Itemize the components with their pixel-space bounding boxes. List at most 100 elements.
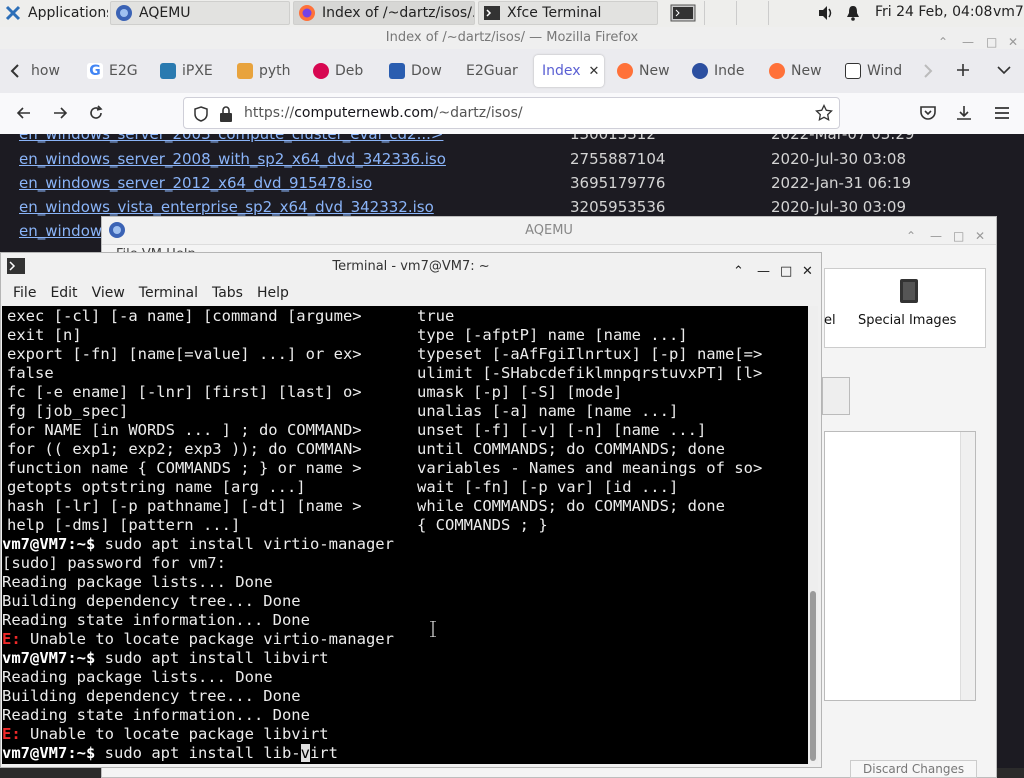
tab-index-active[interactable]: Index ✕	[534, 55, 604, 87]
mouse-ibeam-cursor-icon	[430, 621, 436, 637]
tab-bar: how G E2G iPXE pyth Deb Dow E2Guar Index …	[0, 49, 1024, 93]
aqemu-icon	[116, 5, 132, 21]
workspace-switcher[interactable]	[702, 1, 802, 25]
aqemu-minimize-icon[interactable]: —	[930, 223, 942, 250]
notification-bell-icon[interactable]	[845, 5, 861, 21]
tab-index-2[interactable]: Inde	[692, 55, 750, 87]
user-menu[interactable]: vm7	[993, 4, 1024, 20]
taskbar-aqemu[interactable]: AQEMU	[110, 1, 290, 25]
terminal-minimize-icon[interactable]: —	[757, 258, 770, 285]
command-text: sudo apt install virtio-manager	[104, 535, 394, 553]
listing-row: en_windows_vista_enterprise_sp2_x64_dvd_…	[19, 196, 906, 218]
lock-icon[interactable]	[218, 105, 234, 123]
iso-link[interactable]: en_windows_server_2008_with_sp2_x64_dvd_…	[19, 150, 446, 168]
special-images-chip-icon	[900, 279, 918, 303]
discard-changes-button[interactable]: Discard Changes	[850, 760, 978, 778]
downloads-icon[interactable]	[954, 103, 974, 123]
error-tag: E:	[2, 725, 21, 743]
special-images-tab[interactable]: Special Images	[858, 313, 956, 328]
terminal-titlebar: Terminal - vm7@VM7: ~ ⌃ — □ ✕	[1, 253, 821, 280]
tab-download[interactable]: Dow	[389, 55, 445, 87]
hamburger-menu-icon[interactable]	[992, 103, 1012, 123]
debian-icon	[313, 63, 329, 79]
taskbar-firefox[interactable]: Index of /~dartz/isos/...	[293, 1, 475, 25]
menu-file[interactable]: File	[13, 285, 36, 301]
file-date: 2022-Mar-07 03:29	[771, 134, 915, 143]
firefox-icon	[617, 63, 633, 79]
terminal-shade-icon[interactable]: ⌃	[733, 258, 744, 285]
volume-icon[interactable]	[817, 5, 835, 21]
output-line: Reading package lists... Done	[2, 668, 273, 686]
iso-link[interactable]: en_windows_server_2003_compute_cluster_e…	[19, 134, 443, 143]
help-line-right: type [-afptP] name [name ...]	[417, 326, 688, 344]
terminal-menubar: File Edit View Terminal Tabs Help	[1, 280, 821, 306]
tab-how[interactable]: how	[31, 55, 61, 87]
forward-icon[interactable]	[50, 103, 70, 123]
list-all-tabs-icon[interactable]	[996, 64, 1012, 76]
reload-icon[interactable]	[86, 103, 106, 123]
output-line: Reading package lists... Done	[2, 573, 273, 591]
terminal-maximize-icon[interactable]: □	[780, 258, 792, 285]
aqemu-shade-icon[interactable]: ⌃	[906, 223, 916, 250]
listing-row: en_windows_server_2008_with_sp2_x64_dvd_…	[19, 148, 906, 170]
tab-windows[interactable]: Wind	[845, 55, 901, 87]
tabs-scroll-right-icon[interactable]	[922, 63, 934, 79]
new-tab-icon[interactable]	[955, 62, 971, 78]
aqemu-list-scrollbar[interactable]	[960, 432, 975, 700]
taskbar-terminal[interactable]: Xfce Terminal	[478, 1, 658, 25]
download-site-icon	[389, 63, 405, 79]
terminal-icon	[7, 258, 25, 274]
terminal-window: Terminal - vm7@VM7: ~ ⌃ — □ ✕ File Edit …	[0, 252, 822, 768]
bookmark-star-icon[interactable]	[815, 104, 833, 122]
iso-link[interactable]: en_windows_server_2012_x64_dvd_915478.is…	[19, 174, 372, 192]
menu-help[interactable]: Help	[257, 285, 289, 301]
iso-link[interactable]: en_windows_vista_enterprise_sp2_x64_dvd_…	[19, 198, 434, 216]
output-line: Reading state information... Done	[2, 611, 310, 629]
prompt-line-current[interactable]: vm7@VM7:~$ sudo apt install lib-virt	[2, 744, 338, 763]
tab-new-1[interactable]: New	[617, 55, 673, 87]
tab-python[interactable]: pyth	[237, 55, 293, 87]
menu-tabs[interactable]: Tabs	[212, 285, 243, 301]
help-line-left: function name { COMMANDS ; } or name >	[7, 459, 362, 477]
help-line-right: until COMMANDS; do COMMANDS; done	[417, 440, 725, 458]
terminal-output[interactable]: exec [-cl] [-a name] [command [argume> e…	[2, 306, 808, 764]
terminal-close-icon[interactable]: ✕	[802, 258, 813, 285]
aqemu-list-view[interactable]	[824, 431, 976, 701]
tab-new-2[interactable]: New	[769, 55, 825, 87]
aqemu-close-icon[interactable]: ✕	[975, 223, 985, 250]
tracking-protection-shield-icon[interactable]	[192, 105, 210, 123]
menu-edit[interactable]: Edit	[50, 285, 77, 301]
firefox-window-title: Index of /~dartz/isos/ — Mozilla Firefox	[385, 30, 639, 45]
menu-terminal[interactable]: Terminal	[139, 285, 198, 301]
back-icon[interactable]	[14, 103, 34, 123]
output-line: Reading state information... Done	[2, 706, 310, 724]
help-line-left: for NAME [in WORDS ... ] ; do COMMAND>	[7, 421, 362, 439]
aqemu-browse-button[interactable]	[822, 377, 850, 415]
file-date: 2020-Jul-30 03:09	[771, 198, 907, 216]
help-line-right: variables - Names and meanings of so>	[417, 459, 763, 477]
iso-link[interactable]: en_window	[19, 222, 102, 240]
clock[interactable]: Fri 24 Feb, 04:08	[875, 4, 992, 20]
workspace-1[interactable]	[667, 1, 701, 25]
tab-debian[interactable]: Deb	[313, 55, 368, 87]
applications-menu-button[interactable]: Applications	[0, 1, 108, 25]
pocket-icon[interactable]	[918, 103, 938, 123]
command-text: sudo apt install libvirt	[104, 649, 329, 667]
aqemu-maximize-icon[interactable]: □	[953, 223, 964, 250]
aqemu-tab-panel	[824, 268, 986, 348]
tabs-scroll-left-icon[interactable]	[9, 63, 21, 79]
taskbar-aqemu-label: AQEMU	[139, 5, 191, 21]
command-input: sudo apt install lib-	[104, 744, 301, 762]
output-line: Building dependency tree... Done	[2, 592, 301, 610]
tab-ipxe[interactable]: iPXE	[160, 55, 220, 87]
tab-e2guardian[interactable]: E2Guar	[466, 55, 526, 87]
xfce-logo-icon	[5, 5, 21, 21]
aqemu-icon	[109, 222, 125, 238]
close-tab-icon[interactable]: ✕	[589, 64, 600, 79]
menu-view[interactable]: View	[92, 285, 125, 301]
terminal-scrollbar[interactable]	[808, 306, 818, 764]
url-bar[interactable]: https://computernewb.com/~dartz/isos/	[183, 97, 840, 129]
tab-e2g[interactable]: G E2G	[87, 55, 139, 87]
terminal-scrollbar-thumb[interactable]	[810, 591, 816, 761]
aqemu-partial-label: el	[824, 313, 836, 328]
